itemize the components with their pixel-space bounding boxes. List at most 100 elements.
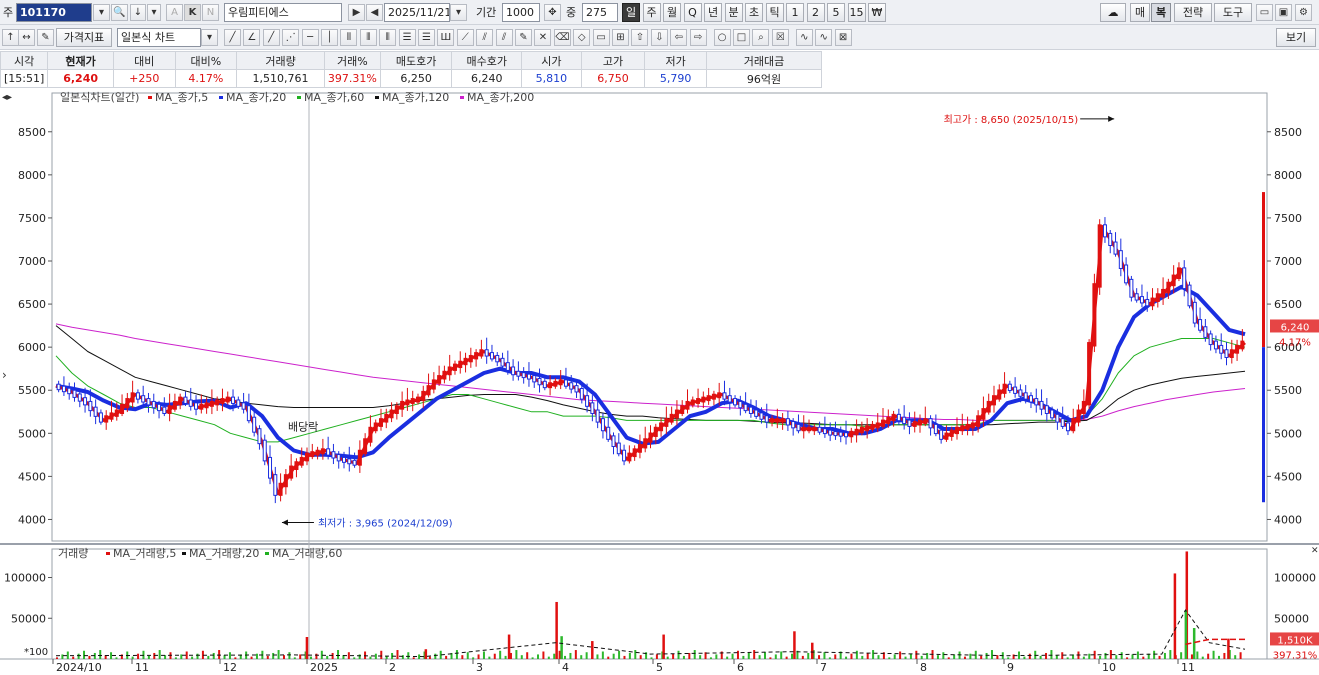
candle-body bbox=[178, 396, 183, 406]
gann-icon[interactable]: Ш bbox=[437, 29, 455, 46]
stock-name-field[interactable]: 우림피티에스 bbox=[224, 3, 342, 22]
volume-peak-bar bbox=[662, 634, 665, 659]
pen-icon[interactable]: ✎ bbox=[515, 29, 532, 46]
timeframe-button[interactable]: 주 bbox=[642, 3, 661, 22]
diamond-icon[interactable]: ◇ bbox=[573, 29, 591, 46]
wave2-icon[interactable]: ∿ bbox=[815, 29, 833, 46]
right-btn-0[interactable]: 매 bbox=[1130, 3, 1150, 22]
timeframe-button[interactable]: 월 bbox=[663, 3, 681, 22]
quote-value: 6,250 bbox=[379, 69, 453, 88]
chart-area[interactable]: 4000 4000 4500 4500 5000 5000 5500 5500 6000 6000… bbox=[0, 89, 1319, 675]
edit-icon[interactable]: ✎ bbox=[37, 29, 54, 46]
zoom-icon[interactable]: ⌕ bbox=[752, 29, 770, 46]
arrow-left-icon[interactable]: ⇦ bbox=[670, 29, 688, 46]
box-icon[interactable]: ▭ bbox=[592, 29, 610, 46]
vline-tool-icon[interactable]: │ bbox=[321, 29, 338, 46]
count-input[interactable]: 275 bbox=[582, 3, 618, 22]
angle-tool-icon[interactable]: ∠ bbox=[243, 29, 261, 46]
date-field[interactable]: 2025/11/21 bbox=[384, 3, 450, 22]
timeframe-button[interactable]: 5 bbox=[827, 3, 845, 22]
right-btn-1[interactable]: 복 bbox=[1151, 3, 1171, 22]
expand-icon[interactable]: ✥ bbox=[544, 4, 561, 21]
parallel-icon[interactable]: ⫽ bbox=[476, 29, 494, 46]
delete-icon[interactable]: ✕ bbox=[534, 29, 552, 46]
arrow-down-icon[interactable]: ⇩ bbox=[650, 29, 668, 46]
vol-legend-item: MA_거래량,5 bbox=[113, 547, 176, 560]
speed-icon[interactable]: ⫽ bbox=[495, 29, 513, 46]
vol-legend-swatch bbox=[182, 552, 186, 555]
timeframe-button[interactable]: 틱 bbox=[765, 3, 784, 22]
candle-body bbox=[326, 448, 331, 456]
wrench-icon[interactable]: ⚙ bbox=[1295, 4, 1312, 21]
candle-body bbox=[283, 474, 288, 488]
volume-bar bbox=[1104, 652, 1107, 659]
candle-body bbox=[204, 402, 209, 409]
stock-code-input[interactable]: 101170 bbox=[16, 3, 92, 22]
chart-type-select[interactable]: 일본식 차트 bbox=[117, 28, 201, 47]
volume-bar bbox=[688, 652, 691, 659]
cycle-tool-icon[interactable]: ⦀ bbox=[340, 29, 358, 46]
period-input[interactable]: 1000 bbox=[502, 3, 540, 22]
tools-button[interactable]: 도구 bbox=[1214, 3, 1252, 22]
candle-body bbox=[1187, 284, 1192, 307]
fan-tool-icon[interactable]: ⋰ bbox=[282, 29, 300, 46]
scroll-icon[interactable]: ↔ bbox=[18, 29, 35, 46]
sort-dropdown-icon[interactable]: ▾ bbox=[147, 4, 161, 21]
arrow-up-icon[interactable]: ⇧ bbox=[631, 29, 649, 46]
timeframe-button[interactable]: 1 bbox=[786, 3, 804, 22]
fib-time-icon[interactable]: ⦀ bbox=[359, 29, 377, 46]
timeframe-button[interactable]: 초 bbox=[745, 3, 763, 22]
calendar-dropdown-icon[interactable]: ▾ bbox=[450, 4, 467, 21]
play-icon[interactable]: ▶ bbox=[348, 4, 365, 21]
save-icon[interactable]: ▣ bbox=[1275, 4, 1292, 21]
volume-bar bbox=[396, 650, 399, 659]
legend-swatch bbox=[148, 96, 152, 99]
timeframe-button[interactable]: 15 bbox=[847, 3, 866, 22]
volume-bar bbox=[990, 650, 993, 659]
volume-bar bbox=[310, 656, 313, 659]
indicator-button[interactable]: 가격지표 bbox=[56, 28, 112, 47]
x-tick-label: 4 bbox=[562, 661, 569, 674]
wave-icon[interactable]: ∿ bbox=[795, 29, 813, 46]
k-icon[interactable]: K bbox=[184, 4, 201, 21]
hline-tool-icon[interactable]: ─ bbox=[301, 29, 319, 46]
timeframe-button[interactable]: Q bbox=[683, 3, 702, 22]
arrow-right-icon[interactable]: ⇨ bbox=[689, 29, 707, 46]
cross-box-icon[interactable]: ⊠ bbox=[834, 29, 852, 46]
price-chart-svg[interactable]: 4000 40004500 45005000 50005500 55006000 6000… bbox=[0, 89, 1319, 675]
candle-body bbox=[241, 402, 246, 410]
strategy-button[interactable]: 전략 bbox=[1174, 3, 1212, 22]
n-icon[interactable]: N bbox=[202, 4, 219, 21]
cloud-icon[interactable]: ☁ bbox=[1100, 3, 1126, 22]
code-dropdown-icon[interactable]: ▾ bbox=[93, 4, 110, 21]
sort-icon[interactable]: ↓ bbox=[130, 4, 146, 21]
retrace-icon[interactable]: ☰ bbox=[398, 29, 416, 46]
a-icon[interactable]: A bbox=[166, 4, 183, 21]
line-tool-icon[interactable]: ╱ bbox=[224, 29, 241, 46]
eraser-icon[interactable]: ⌫ bbox=[553, 29, 571, 46]
grid-icon[interactable]: ⊞ bbox=[612, 29, 629, 46]
chart-type-dropdown-icon[interactable]: ▾ bbox=[201, 29, 218, 46]
ray-icon[interactable]: ⟋ bbox=[456, 29, 474, 46]
volume-bar-green bbox=[1192, 628, 1196, 659]
candle-body bbox=[1134, 293, 1139, 301]
fib-icon[interactable]: ⦀ bbox=[379, 29, 397, 46]
channel-icon[interactable]: ☰ bbox=[418, 29, 435, 46]
up-arrow-icon[interactable]: ↑ bbox=[2, 29, 19, 46]
view-button[interactable]: 보기 bbox=[1276, 28, 1316, 47]
folder-icon[interactable]: ▭ bbox=[1256, 4, 1273, 21]
candle-body bbox=[1028, 395, 1033, 403]
clear-icon[interactable]: ☒ bbox=[771, 29, 789, 46]
timeframe-button[interactable]: 년 bbox=[704, 3, 722, 22]
circle-icon[interactable]: ○ bbox=[713, 29, 731, 46]
volume-bar bbox=[742, 655, 745, 659]
rect-icon[interactable]: □ bbox=[733, 29, 750, 46]
candle-body bbox=[1139, 296, 1144, 304]
trend-tool-icon[interactable]: ╱ bbox=[262, 29, 280, 46]
timeframe-button[interactable]: ₩ bbox=[868, 3, 886, 22]
timeframe-button[interactable]: 분 bbox=[724, 3, 743, 22]
prev-icon[interactable]: ◀ bbox=[366, 4, 383, 21]
timeframe-button[interactable]: 일 bbox=[622, 3, 640, 22]
timeframe-button[interactable]: 2 bbox=[806, 3, 825, 22]
search-icon[interactable]: 🔍 bbox=[111, 4, 128, 21]
